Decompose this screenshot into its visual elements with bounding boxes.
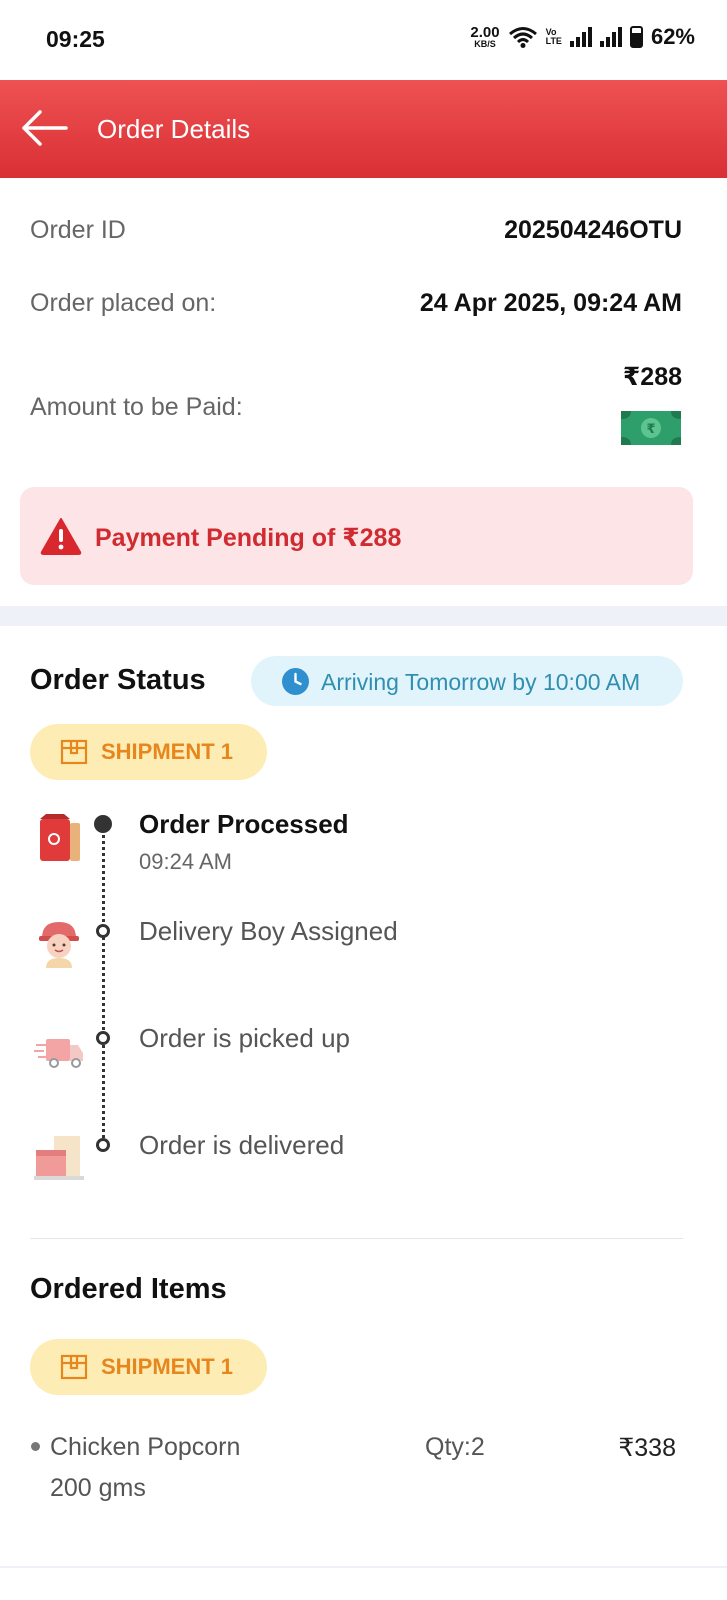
eta-badge: Arriving Tomorrow by 10:00 AM [251, 656, 683, 706]
timeline-line [102, 828, 105, 1144]
section-rule [30, 1238, 683, 1239]
warning-icon [40, 518, 82, 555]
volte-bottom-label: LTE [545, 36, 562, 46]
section-divider [0, 606, 727, 626]
amount-value-row: ₹288 [30, 362, 682, 392]
clock-icon [282, 668, 309, 695]
battery-percent: 62% [650, 24, 695, 49]
order-id-label: Order ID [30, 216, 126, 244]
timeline-dot-delivered [96, 1138, 110, 1152]
order-id-value: 202504246OTU [504, 216, 682, 244]
order-status-title: Order Status [30, 664, 206, 696]
step-label-picked: Order is picked up [139, 1023, 350, 1053]
status-bar: 09:25 2.00 KB/S Vo LTE 62% [0, 0, 727, 80]
order-placed-label: Order placed on: [30, 289, 217, 317]
eta-text: Arriving Tomorrow by 10:00 AM [321, 669, 641, 695]
delivery-truck-icon [34, 1039, 83, 1068]
order-placed-row: Order placed on: 24 Apr 2025, 09:24 AM [30, 289, 682, 318]
amount-label: Amount to be Paid: [30, 393, 243, 421]
status-icons: 2.00 KB/S Vo LTE 62% [470, 22, 695, 52]
payment-pending-text: Payment Pending of ₹288 [95, 524, 402, 552]
wifi-icon [508, 27, 537, 48]
timeline-dot-picked [96, 1031, 110, 1045]
step-time-processed: 09:24 AM [139, 849, 232, 874]
item-name: Chicken Popcorn [50, 1433, 241, 1461]
status-time: 09:25 [46, 26, 105, 52]
volte-indicator: Vo LTE [546, 28, 562, 46]
timeline-dot-assigned [96, 924, 110, 938]
box-icon [60, 1354, 88, 1380]
cash-icon: ₹ [621, 411, 681, 445]
bag-icon [40, 814, 80, 861]
item-variant: 200 gms [50, 1474, 146, 1502]
back-button[interactable] [18, 108, 70, 148]
arrow-left-icon [22, 110, 68, 146]
item-quantity: Qty:2 [425, 1433, 485, 1461]
package-icon [34, 1136, 84, 1180]
svg-text:₹: ₹ [646, 422, 655, 437]
signal-icon-sim1 [569, 27, 592, 47]
step-label-processed: Order Processed [139, 809, 349, 839]
shipment-badge-items: SHIPMENT 1 [30, 1339, 267, 1395]
shipment-badge-status: SHIPMENT 1 [30, 724, 267, 780]
shipment-label: SHIPMENT 1 [101, 1354, 234, 1379]
signal-icon-sim2 [599, 27, 622, 47]
order-placed-value: 24 Apr 2025, 09:24 AM [419, 289, 682, 317]
battery-icon [629, 26, 643, 48]
bullet-icon [31, 1442, 40, 1451]
network-speed-value: 2.00 [470, 24, 500, 41]
bottom-divider [0, 1566, 727, 1568]
shipment-label: SHIPMENT 1 [101, 739, 234, 764]
step-label-assigned: Delivery Boy Assigned [139, 916, 398, 946]
amount-value: ₹288 [622, 363, 682, 391]
page-title: Order Details [97, 114, 251, 144]
delivery-boy-icon [39, 922, 79, 968]
payment-pending-banner: Payment Pending of ₹288 [20, 487, 693, 585]
network-speed-unit: KB/S [474, 39, 496, 49]
box-icon [60, 739, 88, 765]
amount-label-row: Amount to be Paid: [30, 393, 682, 422]
network-speed: 2.00 KB/S [470, 25, 499, 49]
order-id-row: Order ID 202504246OTU [30, 216, 682, 245]
step-label-delivered: Order is delivered [139, 1130, 345, 1160]
item-price: ₹338 [618, 1434, 676, 1462]
timeline-dot-processed [94, 815, 112, 833]
ordered-items-title: Ordered Items [30, 1273, 227, 1305]
app-header: Order Details [0, 80, 727, 178]
